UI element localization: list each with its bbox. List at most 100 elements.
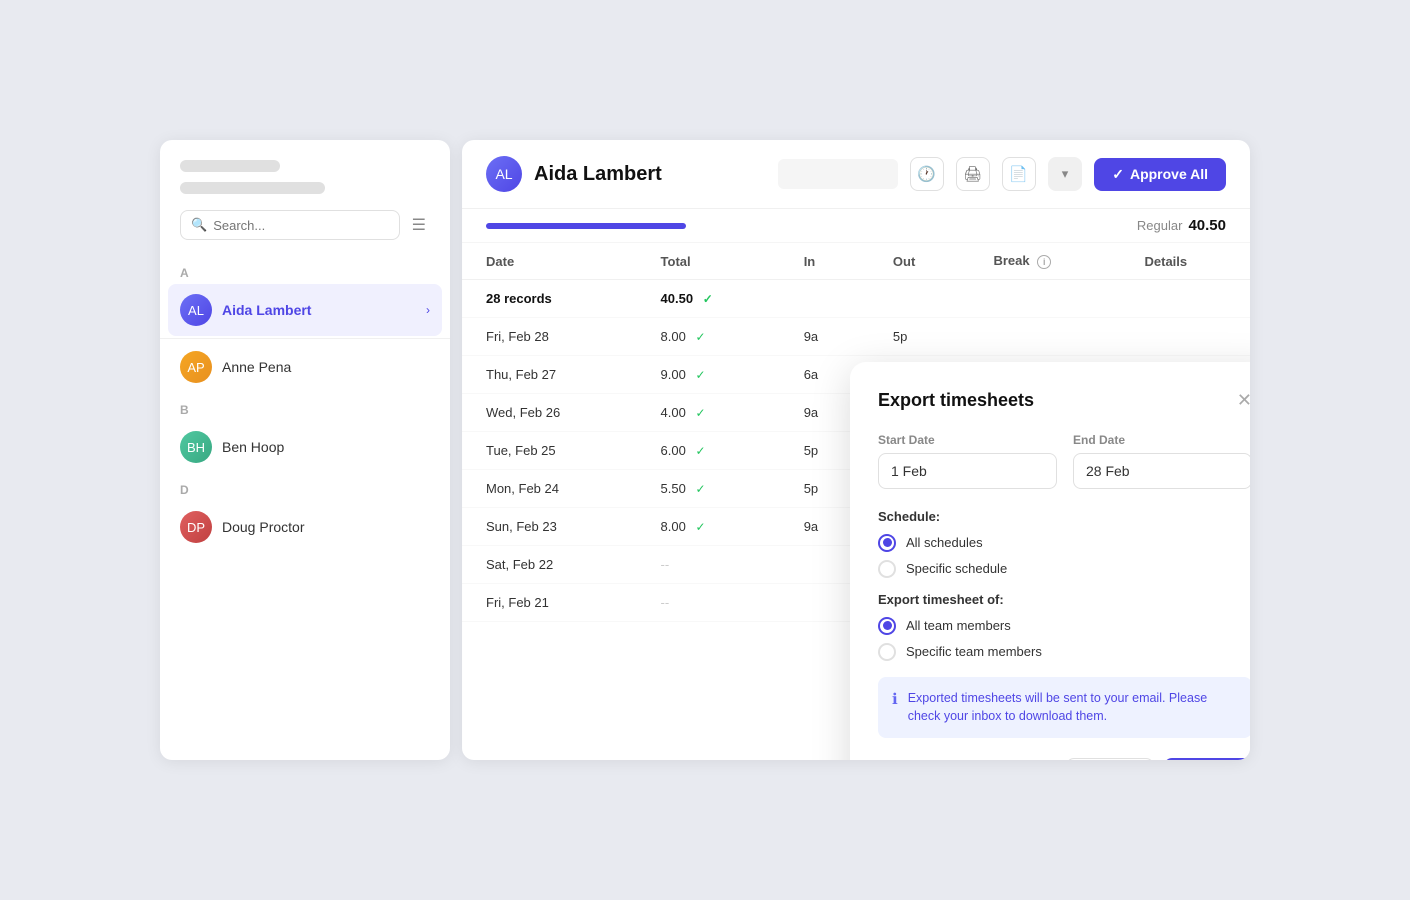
sub-header: Regular 40.50 xyxy=(462,209,1250,243)
row-date: Fri, Feb 28 xyxy=(462,318,637,356)
export-of-section: Export timesheet of: All team members Sp… xyxy=(878,592,1250,661)
start-date-label: Start Date xyxy=(878,433,1057,447)
search-input[interactable] xyxy=(213,218,388,233)
summary-row: 28 records 40.50 ✓ xyxy=(462,280,1250,318)
col-break: Break i xyxy=(969,243,1120,280)
row-date: Tue, Feb 25 xyxy=(462,432,637,470)
avatar-ben: BH xyxy=(180,431,212,463)
info-banner-icon: ℹ xyxy=(892,690,898,708)
radio-dot-members xyxy=(883,621,892,630)
sidebar-item-doug-proctor[interactable]: DP Doug Proctor xyxy=(160,501,450,553)
row-date: Thu, Feb 27 xyxy=(462,356,637,394)
end-date-label: End Date xyxy=(1073,433,1250,447)
approve-all-button[interactable]: ✓ Approve All xyxy=(1094,158,1226,191)
col-out: Out xyxy=(869,243,970,280)
check-icon: ✓ xyxy=(695,368,705,382)
sidebar-item-anne-pena[interactable]: AP Anne Pena xyxy=(160,341,450,393)
progress-bar xyxy=(486,223,686,229)
check-icon: ✓ xyxy=(695,482,705,496)
export-file-icon: 📄 xyxy=(1009,165,1028,183)
radio-all-schedules[interactable]: All schedules xyxy=(878,534,1250,552)
row-in: 9a xyxy=(780,318,869,356)
end-date-field: End Date xyxy=(1073,433,1250,489)
row-date: Sat, Feb 22 xyxy=(462,546,637,584)
radio-all-schedules-label: All schedules xyxy=(906,535,983,550)
main-user-avatar: AL xyxy=(486,156,522,192)
modal-close-button[interactable]: ✕ xyxy=(1237,391,1250,409)
section-b-label: B xyxy=(160,393,450,421)
divider xyxy=(160,338,450,339)
row-date: Sun, Feb 23 xyxy=(462,508,637,546)
modal-header: Export timesheets ✕ xyxy=(878,390,1250,411)
row-total: 8.00 ✓ xyxy=(637,508,780,546)
history-icon-btn[interactable]: 🕐 xyxy=(910,157,944,191)
row-total: 8.00 ✓ xyxy=(637,318,780,356)
radio-specific-members-label: Specific team members xyxy=(906,644,1042,659)
sidebar-item-ben-hoop[interactable]: BH Ben Hoop xyxy=(160,421,450,473)
col-in: In xyxy=(780,243,869,280)
check-icon: ✓ xyxy=(695,444,705,458)
radio-specific-schedule[interactable]: Specific schedule xyxy=(878,560,1250,578)
avatar-aida: AL xyxy=(180,294,212,326)
avatar-anne: AP xyxy=(180,351,212,383)
radio-specific-schedule-circle xyxy=(878,560,896,578)
row-total: 4.00 ✓ xyxy=(637,394,780,432)
break-info-icon[interactable]: i xyxy=(1037,255,1051,269)
sidebar: 🔍 ☰ A AL Aida Lambert › AP Anne Pena B B… xyxy=(160,140,450,760)
print-icon: 🖨 xyxy=(963,165,982,183)
summary-total: 40.50 ✓ xyxy=(637,280,780,318)
check-icon: ✓ xyxy=(695,520,705,534)
regular-value: 40.50 xyxy=(1188,217,1226,234)
summary-records: 28 records xyxy=(462,280,637,318)
row-total: 9.00 ✓ xyxy=(637,356,780,394)
main-header: AL Aida Lambert 🕐 🖨 📄 ▾ ✓ Approve All xyxy=(462,140,1250,209)
row-total: 6.00 ✓ xyxy=(637,432,780,470)
row-break xyxy=(969,318,1120,356)
sidebar-placeholder-1 xyxy=(180,160,280,172)
modal-title: Export timesheets xyxy=(878,390,1034,411)
row-out: 5p xyxy=(869,318,970,356)
export-icon-btn[interactable]: 📄 xyxy=(1002,157,1036,191)
search-box[interactable]: 🔍 xyxy=(180,210,400,240)
schedule-label: Schedule: xyxy=(878,509,1250,524)
start-date-input[interactable] xyxy=(878,453,1057,489)
print-icon-btn[interactable]: 🖨 xyxy=(956,157,990,191)
check-icon: ✓ xyxy=(695,406,705,420)
export-button[interactable]: Export xyxy=(1164,758,1250,760)
summary-check-icon: ✓ xyxy=(703,292,713,306)
check-icon: ✓ xyxy=(695,330,705,344)
modal-footer: Cancel Export xyxy=(878,758,1250,760)
radio-all-members-circle xyxy=(878,617,896,635)
radio-specific-members[interactable]: Specific team members xyxy=(878,643,1250,661)
radio-specific-schedule-label: Specific schedule xyxy=(906,561,1007,576)
sidebar-item-aida-lambert[interactable]: AL Aida Lambert › xyxy=(168,284,442,336)
col-total: Total xyxy=(637,243,780,280)
history-icon: 🕐 xyxy=(917,165,936,183)
row-total: -- xyxy=(637,546,780,584)
sidebar-placeholder-2 xyxy=(180,182,325,194)
person-name-aida: Aida Lambert xyxy=(222,302,311,318)
menu-icon[interactable]: ☰ xyxy=(408,211,430,239)
table-row: Fri, Feb 28 8.00 ✓ 9a 5p xyxy=(462,318,1250,356)
info-banner-text: Exported timesheets will be sent to your… xyxy=(908,689,1238,727)
radio-dot xyxy=(883,538,892,547)
section-d-label: D xyxy=(160,473,450,501)
section-a-label: A xyxy=(160,256,450,284)
export-of-label: Export timesheet of: xyxy=(878,592,1250,607)
end-date-input[interactable] xyxy=(1073,453,1250,489)
regular-label: Regular xyxy=(1137,218,1183,233)
chevron-right-icon: › xyxy=(426,303,430,317)
avatar-doug: DP xyxy=(180,511,212,543)
page-title: Aida Lambert xyxy=(534,163,662,186)
info-banner: ℹ Exported timesheets will be sent to yo… xyxy=(878,677,1250,739)
schedule-section: Schedule: All schedules Specific schedul… xyxy=(878,509,1250,578)
start-date-field: Start Date xyxy=(878,433,1057,489)
radio-specific-members-circle xyxy=(878,643,896,661)
col-date: Date xyxy=(462,243,637,280)
extra-filter-btn[interactable]: ▾ xyxy=(1048,157,1083,191)
radio-all-members[interactable]: All team members xyxy=(878,617,1250,635)
person-name-ben: Ben Hoop xyxy=(222,439,284,455)
person-name-doug: Doug Proctor xyxy=(222,519,304,535)
row-total: 5.50 ✓ xyxy=(637,470,780,508)
cancel-button[interactable]: Cancel xyxy=(1066,758,1154,760)
